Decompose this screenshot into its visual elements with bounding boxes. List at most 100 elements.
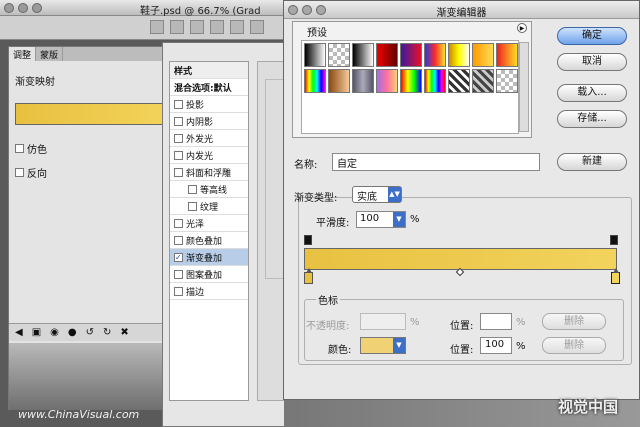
ok-button[interactable]: 确定 bbox=[557, 27, 627, 45]
gradient-editor-dialog: 渐变编辑器 预设 ▶ 确定 取消 载入... 存储... 新建 名称: 自定 渐… bbox=[283, 0, 640, 400]
trash-icon[interactable]: ✖ bbox=[120, 327, 128, 338]
style-checkbox[interactable] bbox=[174, 150, 183, 160]
tab-masks[interactable]: 蒙版 bbox=[36, 47, 64, 61]
style-checkbox[interactable] bbox=[174, 133, 183, 143]
opacity-stop-left[interactable] bbox=[304, 235, 312, 245]
style-checkbox[interactable] bbox=[188, 201, 197, 211]
tool-icon[interactable] bbox=[210, 20, 224, 34]
presets-grid bbox=[302, 41, 518, 95]
tool-icon[interactable] bbox=[170, 20, 184, 34]
name-field[interactable]: 自定 bbox=[332, 153, 540, 171]
watermark-text: www.ChinaVisual.com bbox=[18, 408, 140, 421]
style-item[interactable]: 纹理 bbox=[170, 198, 248, 215]
style-item[interactable]: 斜面和浮雕 bbox=[170, 164, 248, 181]
gradient-map-label: 渐变映射 bbox=[15, 77, 55, 88]
opacity-stop-right[interactable] bbox=[610, 235, 618, 245]
styles-header[interactable]: 样式 bbox=[170, 62, 248, 79]
preset-swatch[interactable] bbox=[304, 69, 326, 93]
gradient-ramp[interactable] bbox=[304, 248, 617, 270]
reset-icon[interactable]: ↻ bbox=[103, 327, 111, 338]
style-item[interactable]: 投影 bbox=[170, 96, 248, 113]
style-item-label: 外发光 bbox=[186, 134, 214, 145]
visibility-icon[interactable]: ● bbox=[68, 327, 77, 338]
style-settings-frame bbox=[265, 79, 285, 279]
color-delete-button[interactable]: 删除 bbox=[542, 337, 606, 354]
preset-swatch[interactable] bbox=[328, 69, 350, 93]
smoothness-field[interactable]: 100 ▼ bbox=[356, 211, 406, 228]
reverse-option[interactable]: 反向 bbox=[15, 165, 47, 180]
color-swatch[interactable]: ▼ bbox=[360, 337, 406, 354]
preset-swatch[interactable] bbox=[472, 69, 494, 93]
new-button[interactable]: 新建 bbox=[557, 153, 627, 171]
color-stop-left[interactable] bbox=[304, 268, 313, 284]
cancel-button[interactable]: 取消 bbox=[557, 53, 627, 71]
reverse-label: 反向 bbox=[27, 169, 47, 180]
chevron-down-icon[interactable]: ▼ bbox=[393, 212, 405, 227]
style-item[interactable]: 图案叠加 bbox=[170, 266, 248, 283]
opacity-delete-button[interactable]: 删除 bbox=[542, 313, 606, 330]
preset-swatch[interactable] bbox=[352, 43, 374, 67]
style-item[interactable]: 混合选项:默认 bbox=[170, 79, 248, 96]
preset-swatch[interactable] bbox=[472, 43, 494, 67]
style-item-label: 颜色叠加 bbox=[186, 236, 223, 247]
style-item[interactable]: 描边 bbox=[170, 283, 248, 300]
presets-scrollbar[interactable] bbox=[519, 42, 529, 132]
gradient-map-bar[interactable] bbox=[15, 103, 175, 125]
expand-icon[interactable]: ▣ bbox=[32, 327, 41, 338]
tool-icon[interactable] bbox=[230, 20, 244, 34]
style-checkbox[interactable] bbox=[174, 218, 183, 228]
load-button[interactable]: 载入... bbox=[557, 84, 627, 102]
gradient-editor-title: 渐变编辑器 bbox=[436, 8, 487, 19]
dither-option[interactable]: 仿色 bbox=[15, 141, 47, 156]
preset-swatch[interactable] bbox=[424, 43, 446, 67]
view-previous-icon[interactable]: ↺ bbox=[86, 327, 94, 338]
save-button[interactable]: 存储... bbox=[557, 110, 627, 128]
preset-swatch[interactable] bbox=[400, 69, 422, 93]
preset-swatch[interactable] bbox=[376, 43, 398, 67]
preset-swatch[interactable] bbox=[376, 69, 398, 93]
stops-section-label: 色标 bbox=[316, 292, 340, 307]
clip-icon[interactable]: ◉ bbox=[50, 327, 59, 338]
style-checkbox[interactable] bbox=[174, 167, 183, 177]
preset-swatch[interactable] bbox=[400, 43, 422, 67]
style-checkbox[interactable] bbox=[174, 99, 183, 109]
preset-swatch[interactable] bbox=[496, 43, 518, 67]
preset-swatch[interactable] bbox=[304, 43, 326, 67]
color-label: 颜色: bbox=[328, 345, 352, 356]
window-controls[interactable] bbox=[4, 3, 42, 13]
tool-icon[interactable] bbox=[190, 20, 204, 34]
style-checkbox[interactable] bbox=[174, 286, 183, 296]
dither-checkbox[interactable] bbox=[15, 144, 24, 153]
style-item-label: 投影 bbox=[186, 100, 205, 111]
preset-swatch[interactable] bbox=[352, 69, 374, 93]
gradient-type-select[interactable]: 实底 ▲▼ bbox=[352, 186, 402, 203]
style-item[interactable]: ✓ 渐变叠加 bbox=[170, 249, 248, 266]
preset-swatch[interactable] bbox=[424, 69, 446, 93]
back-icon[interactable]: ◀ bbox=[15, 327, 23, 338]
tool-icon[interactable] bbox=[250, 20, 264, 34]
style-checkbox[interactable] bbox=[174, 116, 183, 126]
tool-icon[interactable] bbox=[150, 20, 164, 34]
presets-menu-icon[interactable]: ▶ bbox=[517, 23, 527, 33]
style-item[interactable]: 内发光 bbox=[170, 147, 248, 164]
color-stop-right[interactable] bbox=[611, 268, 620, 284]
opacity-unit: % bbox=[410, 317, 420, 328]
style-item[interactable]: 光泽 bbox=[170, 215, 248, 232]
color-position-field[interactable]: 100 bbox=[480, 337, 512, 354]
style-checkbox[interactable] bbox=[188, 184, 197, 194]
style-item[interactable]: 外发光 bbox=[170, 130, 248, 147]
style-item[interactable]: 内阴影 bbox=[170, 113, 248, 130]
reverse-checkbox[interactable] bbox=[15, 168, 24, 177]
preset-swatch[interactable] bbox=[496, 69, 518, 93]
style-item[interactable]: 颜色叠加 bbox=[170, 232, 248, 249]
preset-swatch[interactable] bbox=[448, 43, 470, 67]
style-item[interactable]: 等高线 bbox=[170, 181, 248, 198]
preset-swatch[interactable] bbox=[328, 43, 350, 67]
preset-swatch[interactable] bbox=[448, 69, 470, 93]
gradient-type-value: 实底 bbox=[357, 192, 377, 203]
style-checkbox[interactable]: ✓ bbox=[174, 252, 183, 262]
style-checkbox[interactable] bbox=[174, 269, 183, 279]
chevron-down-icon[interactable]: ▼ bbox=[393, 338, 405, 353]
tab-adjustments[interactable]: 调整 bbox=[9, 47, 37, 61]
style-checkbox[interactable] bbox=[174, 235, 183, 245]
